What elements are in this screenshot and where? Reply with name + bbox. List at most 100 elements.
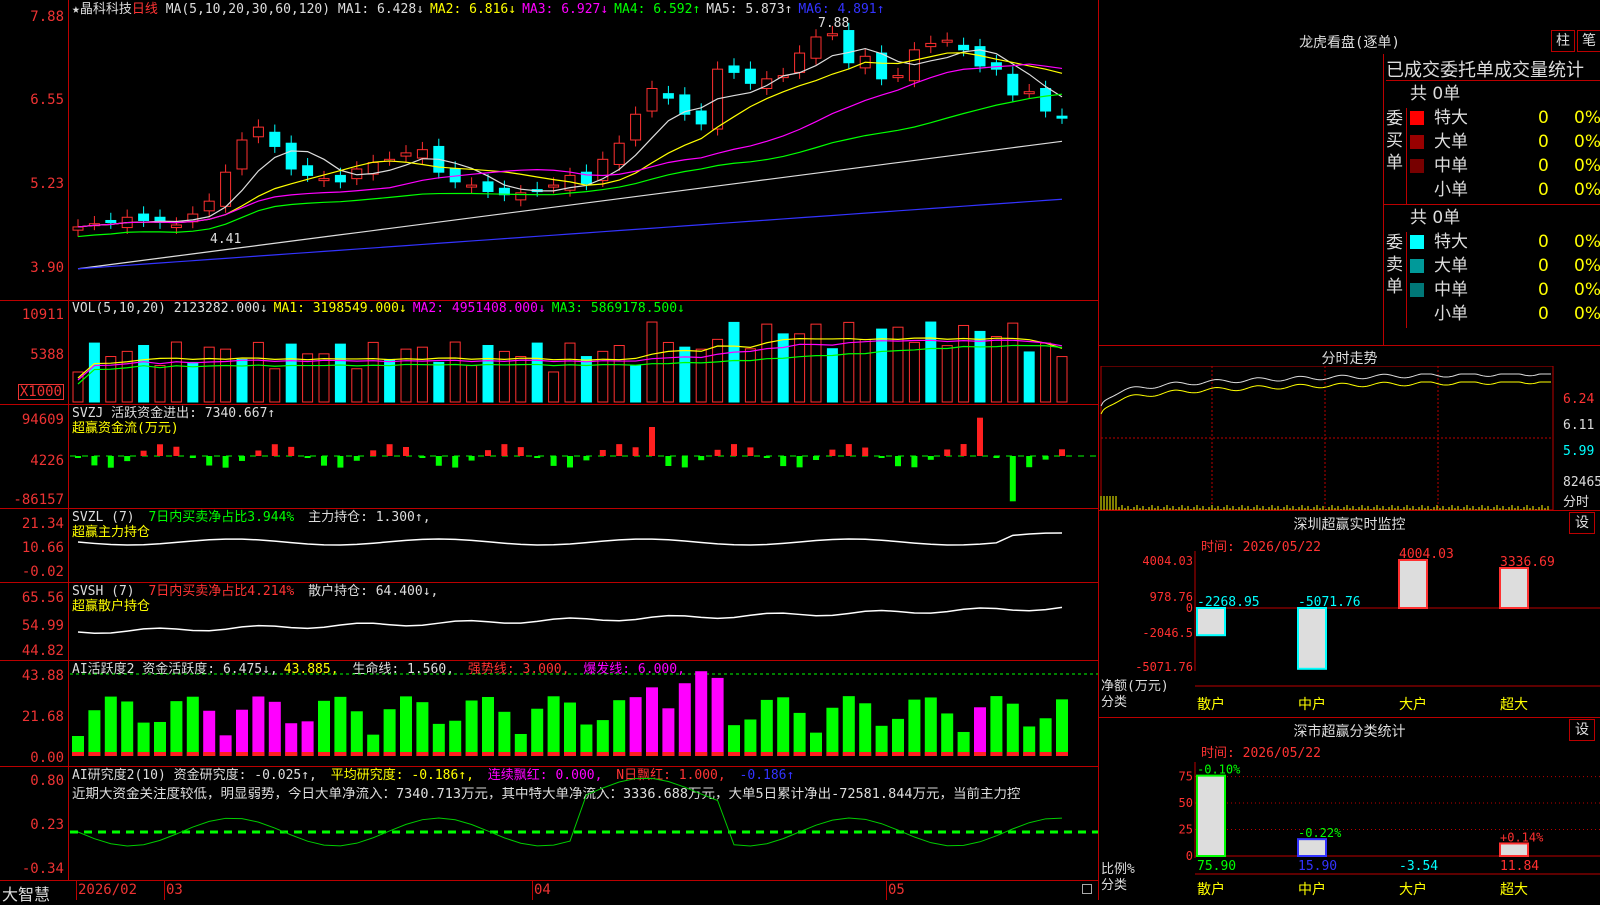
activity-bar	[170, 701, 183, 756]
classify-value: -3.54	[1399, 859, 1438, 874]
candle	[203, 200, 215, 212]
color-swatch	[1410, 259, 1424, 273]
tick-view-button[interactable]: 笔	[1577, 30, 1600, 52]
flow-bar	[1026, 456, 1033, 468]
classify-bar-chart: 75 50 25 0 -0.10% 75.90 散户 -0.22% 15.90 中户 -3.54 大户…	[1179, 762, 1600, 898]
activity-base	[531, 752, 544, 756]
activity-bar	[695, 671, 708, 756]
flow-bar	[107, 456, 114, 468]
flow-bar	[977, 417, 983, 456]
volume-bar	[482, 344, 494, 403]
ai-research-panel[interactable]: 0.80 0.23 -0.34 AI研究度2(10) 资金研究度: -0.025…	[0, 766, 1098, 881]
flow-bar	[337, 456, 344, 468]
activity-bar	[482, 696, 494, 756]
dragon-tiger-title: 龙虎看盘(逐单)	[1299, 35, 1400, 51]
flow-bar	[304, 456, 311, 458]
volume-chart[interactable]	[70, 300, 1098, 404]
activity-bar	[121, 701, 134, 756]
activity-base	[924, 752, 937, 756]
flow-bar	[386, 444, 393, 456]
activity-bar	[678, 683, 691, 756]
flow-bar	[517, 447, 524, 456]
ai-active-panel[interactable]: 43.88 21.68 0.00 AI活跃度2 资金活跃度: 6.475↓, 43…	[0, 660, 1098, 767]
intraday-section[interactable]: 分时走势 6.24 6.11 5.99 82465 分时	[1099, 346, 1600, 511]
intraday-chart[interactable]	[1099, 366, 1600, 510]
flow-bar	[239, 456, 245, 461]
activity-base	[678, 752, 691, 756]
candle	[1007, 73, 1019, 96]
flow-bar	[321, 456, 327, 466]
sell-row: 大单 0 0%	[1408, 254, 1600, 278]
candle	[925, 42, 937, 48]
volume-bar	[974, 330, 986, 403]
volume-bar	[416, 346, 428, 403]
activity-bar	[760, 699, 773, 756]
ai-research-chart[interactable]	[70, 766, 1098, 880]
monitor-category: 超大	[1500, 697, 1528, 713]
sell-total: 共 0单	[1410, 208, 1461, 228]
flow-bar	[813, 456, 819, 461]
volume-bar	[1040, 342, 1052, 403]
monitor-bar-chart: 4004.03978.760-2046.5-5071.76-2268.95散户-…	[1135, 547, 1600, 713]
volume-bar	[744, 348, 756, 403]
flow-bar	[567, 456, 573, 468]
svzl-ytick: 10.66	[21, 540, 64, 556]
volume-bar	[859, 338, 871, 403]
volume-panel[interactable]: 10911 5388 X1000 VOL(5,10,20) 2123282.00…	[0, 300, 1098, 405]
activity-bar	[826, 707, 839, 756]
x-axis: 大智慧 2026/02 03 04 05	[0, 880, 1098, 904]
svzl-ytick: -0.02	[21, 564, 64, 580]
volume-bar	[548, 371, 560, 403]
svzj-ytick: 4226	[30, 453, 64, 469]
capital-flow-chart[interactable]	[70, 404, 1098, 508]
flow-bar	[649, 427, 655, 456]
classify-bar	[1196, 774, 1226, 858]
kline-chart-area[interactable]: 7.88 6.55 5.23 3.90 ★晶科科技日线 MA(5,10,20,3…	[0, 0, 1099, 904]
color-swatch	[1410, 183, 1424, 197]
activity-base	[826, 752, 839, 756]
main-holding-chart[interactable]	[70, 508, 1098, 582]
volume-bar	[925, 321, 937, 403]
flow-bar	[911, 456, 918, 468]
volume-bar	[564, 342, 576, 403]
price-ytick: 6.55	[30, 92, 64, 108]
activity-bar	[301, 721, 314, 756]
activity-base	[72, 752, 84, 756]
activity-base	[498, 752, 511, 756]
price-panel[interactable]: 7.88 6.55 5.23 3.90 ★晶科科技日线 MA(5,10,20,3…	[0, 0, 1098, 301]
lock-icon	[1082, 884, 1092, 894]
candle	[220, 171, 232, 207]
svzj-panel[interactable]: 94609 4226 -86157 SVZJ 活跃资金进出: 7340.667↑…	[0, 404, 1098, 509]
activity-bar	[432, 723, 445, 756]
svsh-panel[interactable]: 65.56 54.99 44.82 SVSH (7) 7日内买卖净占比4.214…	[0, 582, 1098, 661]
candlestick-chart[interactable]	[70, 0, 1098, 300]
flow-bar	[173, 446, 180, 456]
classify-ytick: 75	[1179, 770, 1193, 784]
bar-view-button[interactable]: 柱	[1551, 30, 1575, 52]
activity-base	[547, 752, 560, 756]
activity-base	[449, 752, 462, 756]
sell-row: 中单 0 0%	[1408, 278, 1600, 302]
dragon-tiger-section: 龙虎看盘(逐单) 柱 笔 已成交委托单成交量统计 委买单 共 0单 特大 0 0% 大单…	[1099, 0, 1600, 346]
volume-bar	[170, 341, 182, 403]
svzl-panel[interactable]: 21.34 10.66 -0.02 SVZL (7) 7日内买卖净占比3.944…	[0, 508, 1098, 583]
flow-bar	[747, 447, 754, 456]
candle	[892, 75, 904, 79]
classify-section: 深市超赢分类统计 设 时间: 2026/05/22 75 50 25 0 -0.10% 7…	[1099, 718, 1600, 900]
candle	[138, 213, 150, 221]
activity-bar	[1023, 726, 1036, 756]
activity-base	[662, 752, 675, 756]
retail-holding-chart[interactable]	[70, 582, 1098, 660]
volume-bar	[810, 323, 822, 403]
classify-ytick: 50	[1179, 796, 1193, 810]
x-date-label: 04	[534, 882, 551, 898]
volume-bar	[1023, 351, 1035, 403]
activity-base	[793, 752, 806, 756]
candle	[466, 184, 478, 188]
candle	[744, 68, 756, 84]
intraday-title: 分时走势	[1321, 351, 1378, 367]
activity-base	[236, 752, 248, 756]
monitor-bar	[1398, 559, 1428, 609]
color-swatch	[1410, 159, 1424, 173]
ai-activity-chart[interactable]	[70, 660, 1098, 766]
